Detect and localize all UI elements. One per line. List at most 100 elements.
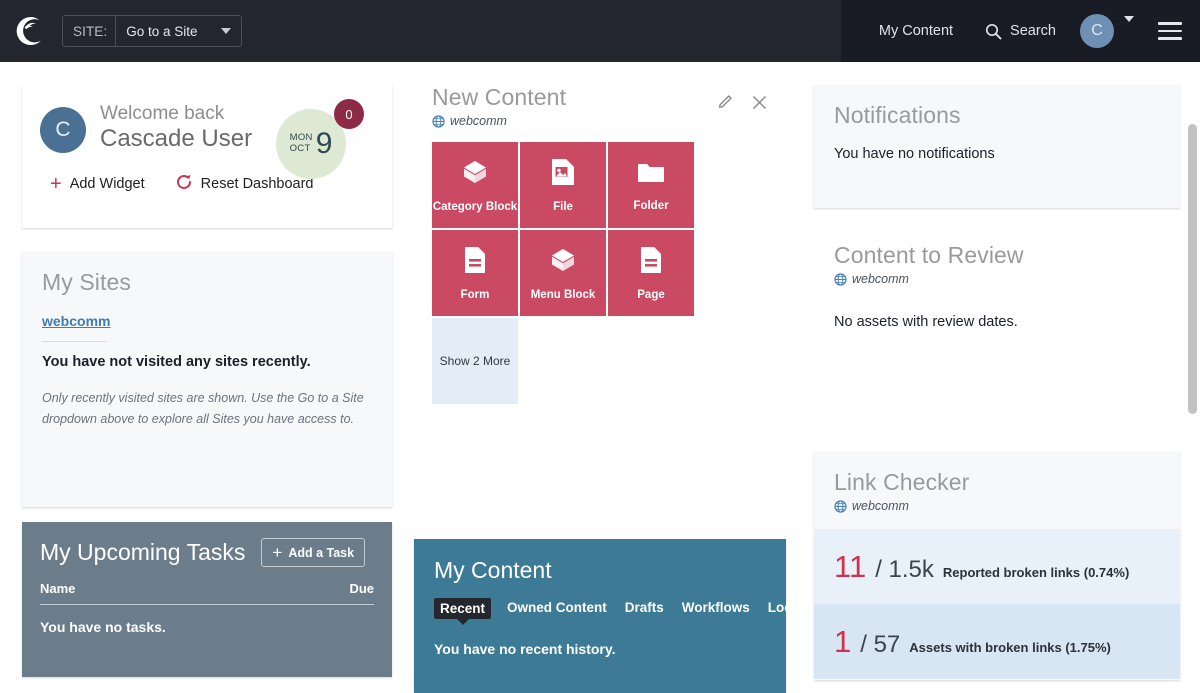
my-content-empty-message: You have no recent history. [434, 641, 616, 657]
link-checker-row[interactable]: 1 / 57 Assets with broken links (1.75%) [814, 604, 1180, 680]
my-sites-title: My Sites [42, 269, 131, 295]
show-more-tiles-button[interactable]: Show 2 More [432, 318, 518, 405]
folder-icon [636, 158, 666, 191]
add-task-button[interactable]: + Add a Task [261, 538, 366, 567]
new-content-tile-form[interactable]: Form [432, 230, 518, 317]
link-checker-row[interactable]: 11 / 1.5k Reported broken links (0.74%) [814, 529, 1180, 605]
new-content-actions [717, 85, 768, 116]
tile-label: Folder [633, 199, 669, 212]
welcome-text: Welcome back Cascade User [100, 103, 252, 153]
new-content-tile-category-block[interactable]: Category Block [432, 142, 518, 229]
add-widget-button[interactable]: + Add Widget [40, 167, 155, 202]
notifications-body: Notifications You have no notifications [814, 85, 1180, 180]
tasks-empty-message: You have no tasks. [40, 619, 166, 635]
column-header-name: Name [40, 581, 76, 596]
cube-icon [460, 157, 490, 192]
nav-my-content-label: My Content [878, 23, 954, 39]
my-content-widget: My Content Recent Owned Content Drafts W… [414, 539, 807, 693]
broken-links-description: Reported broken links (0.74%) [942, 565, 1130, 581]
tab-drafts[interactable]: Drafts [623, 598, 666, 617]
site-picker-dropdown[interactable]: SITE: Go to a Site [62, 15, 242, 47]
scrollbar-thumb[interactable] [1188, 124, 1197, 414]
user-menu-chevron-down-icon[interactable] [1124, 16, 1134, 40]
tile-label: Category Block [432, 200, 518, 213]
link-checker-widget: Link Checker webcomm 11 / 1.5k Reported … [814, 452, 1180, 680]
status-badge[interactable]: 0 [334, 99, 364, 129]
tasks-table: Name Due You have no tasks. [22, 567, 392, 635]
app-logo[interactable] [0, 0, 58, 62]
notifications-title: Notifications [834, 102, 961, 128]
site-picker-value: Go to a Site [126, 23, 198, 39]
avatar-initial: C [1091, 22, 1103, 39]
content-to-review-empty-message: No assets with review dates. [834, 314, 1018, 331]
my-content-title: My Content [434, 557, 552, 583]
link-checker-title: Link Checker [834, 469, 970, 495]
hamburger-menu-icon[interactable] [1158, 22, 1182, 40]
tile-label: Form [460, 288, 490, 301]
avatar[interactable]: C [1080, 14, 1114, 48]
search-icon [985, 23, 1002, 40]
new-content-tile-page[interactable]: Page [608, 230, 694, 317]
add-task-label: Add a Task [288, 545, 355, 560]
broken-links-count: 11 [834, 549, 867, 585]
avatar: C [40, 107, 86, 153]
new-content-header: New Content webcomm [414, 84, 786, 129]
content-to-review-widget: Content to Review webcomm No assets with… [814, 225, 1180, 412]
cube-icon [548, 245, 578, 280]
welcome-greeting: Welcome back [100, 103, 225, 124]
my-sites-widget: My Sites webcomm You have not visited an… [22, 252, 392, 507]
tab-workflows[interactable]: Workflows [680, 598, 752, 617]
tab-owned-content[interactable]: Owned Content [505, 598, 609, 617]
my-content-tabs: Recent Owned Content Drafts Workflows Lo… [434, 598, 807, 619]
dashboard: C Welcome back Cascade User MON OCT 9 0 … [0, 62, 1200, 693]
my-sites-empty-message: You have not visited any sites recently. [42, 354, 311, 371]
my-content-body: My Content Recent Owned Content Drafts W… [414, 539, 807, 657]
new-content-titles: New Content webcomm [432, 84, 717, 129]
document-icon [462, 245, 488, 280]
content-to-review-site: webcomm [834, 272, 1160, 286]
content-to-review-title: Content to Review [834, 242, 1024, 268]
plus-icon: + [50, 173, 62, 196]
broken-assets-total: / 57 [860, 631, 901, 659]
site-link-webcomm[interactable]: webcomm [42, 313, 110, 329]
date-badge-group: MON OCT 9 0 [276, 99, 364, 179]
site-picker-label: SITE: [63, 16, 117, 46]
column-header-due: Due [349, 581, 374, 596]
topbar-right-section: My Content Search C [840, 0, 1200, 62]
content-to-review-body: Content to Review webcomm No assets with… [814, 225, 1180, 348]
new-content-tile-file[interactable]: File [520, 142, 606, 229]
tile-label: Page [637, 288, 665, 301]
tile-label: Menu Block [530, 288, 596, 301]
link-checker-site: webcomm [834, 499, 1160, 513]
nav-my-content[interactable]: My Content [863, 0, 969, 62]
badge-count: 0 [345, 106, 353, 122]
new-content-tiles: Category Block File Folder Form Menu Blo… [414, 128, 786, 405]
tab-locks[interactable]: Locks [766, 598, 809, 617]
new-content-tile-folder[interactable]: Folder [608, 142, 694, 229]
show-more-label: Show 2 More [439, 354, 511, 369]
broken-assets-description: Assets with broken links (1.75%) [909, 640, 1111, 656]
my-sites-note: Only recently visited sites are shown. U… [42, 391, 364, 426]
close-icon[interactable] [751, 94, 768, 116]
my-sites-body: My Sites webcomm You have not visited an… [22, 252, 392, 448]
tab-recent[interactable]: Recent [434, 598, 492, 619]
page-scrollbar[interactable] [1185, 124, 1200, 693]
date-month-day: MON OCT [290, 132, 313, 155]
link-checker-header: Link Checker webcomm [814, 452, 1180, 529]
pencil-icon[interactable] [717, 93, 735, 116]
top-navigation-bar: SITE: Go to a Site My Content Search C [0, 0, 1200, 62]
tile-label: File [553, 200, 573, 213]
my-upcoming-tasks-widget: My Upcoming Tasks + Add a Task Name Due … [22, 522, 392, 677]
new-content-site-name: webcomm [450, 114, 507, 129]
notifications-empty-message: You have no notifications [834, 146, 995, 163]
welcome-widget: C Welcome back Cascade User MON OCT 9 0 … [22, 85, 392, 228]
cascade-moon-logo-icon [11, 13, 47, 49]
globe-icon [834, 500, 847, 513]
new-content-title: New Content [432, 84, 567, 110]
globe-icon [432, 115, 445, 128]
nav-search[interactable]: Search [969, 0, 1072, 62]
new-content-tile-menu-block[interactable]: Menu Block [520, 230, 606, 317]
document-icon [638, 245, 664, 280]
content-to-review-site-name: webcomm [852, 272, 909, 287]
welcome-username: Cascade User [100, 124, 253, 152]
